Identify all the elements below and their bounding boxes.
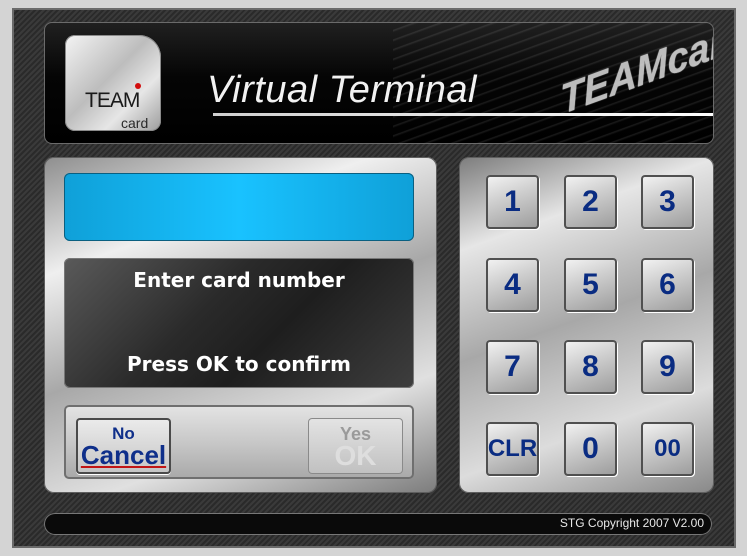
teamcard-logo: TEAM card	[65, 35, 161, 131]
app-title: Virtual Terminal	[207, 69, 477, 111]
key-5[interactable]: 5	[564, 258, 617, 312]
key-8[interactable]: 8	[564, 340, 617, 394]
key-double-zero[interactable]: 00	[641, 422, 694, 476]
ok-button-label: OK	[334, 440, 377, 471]
prompt-line-2: Press OK to confirm	[127, 352, 351, 376]
key-1[interactable]: 1	[486, 175, 539, 229]
key-6[interactable]: 6	[641, 258, 694, 312]
copyright-text: STG Copyright 2007 V2.00	[559, 516, 704, 530]
logo-dot-icon	[135, 83, 141, 89]
key-2[interactable]: 2	[564, 175, 617, 229]
header-banner: TEAM card Virtual Terminal TEAM card	[44, 22, 714, 144]
header-divider	[213, 113, 713, 116]
footer-bar: STG Copyright 2007 V2.00	[44, 513, 712, 535]
key-0[interactable]: 0	[564, 422, 617, 476]
cancel-button-label: Cancel	[80, 440, 167, 470]
key-clear[interactable]: CLR	[486, 422, 539, 476]
message-screen: Enter card number Press OK to confirm	[64, 258, 414, 388]
logo-team-text: TEAM	[85, 89, 140, 112]
logo-card-text: card	[121, 115, 149, 131]
key-9[interactable]: 9	[641, 340, 694, 394]
key-4[interactable]: 4	[486, 258, 539, 312]
key-3[interactable]: 3	[641, 175, 694, 229]
prompt-line-1: Enter card number	[133, 268, 345, 292]
cancel-button[interactable]: No Cancel	[76, 418, 171, 474]
ok-button[interactable]: Yes OK	[308, 418, 403, 474]
card-number-display	[64, 173, 414, 241]
key-7[interactable]: 7	[486, 340, 539, 394]
